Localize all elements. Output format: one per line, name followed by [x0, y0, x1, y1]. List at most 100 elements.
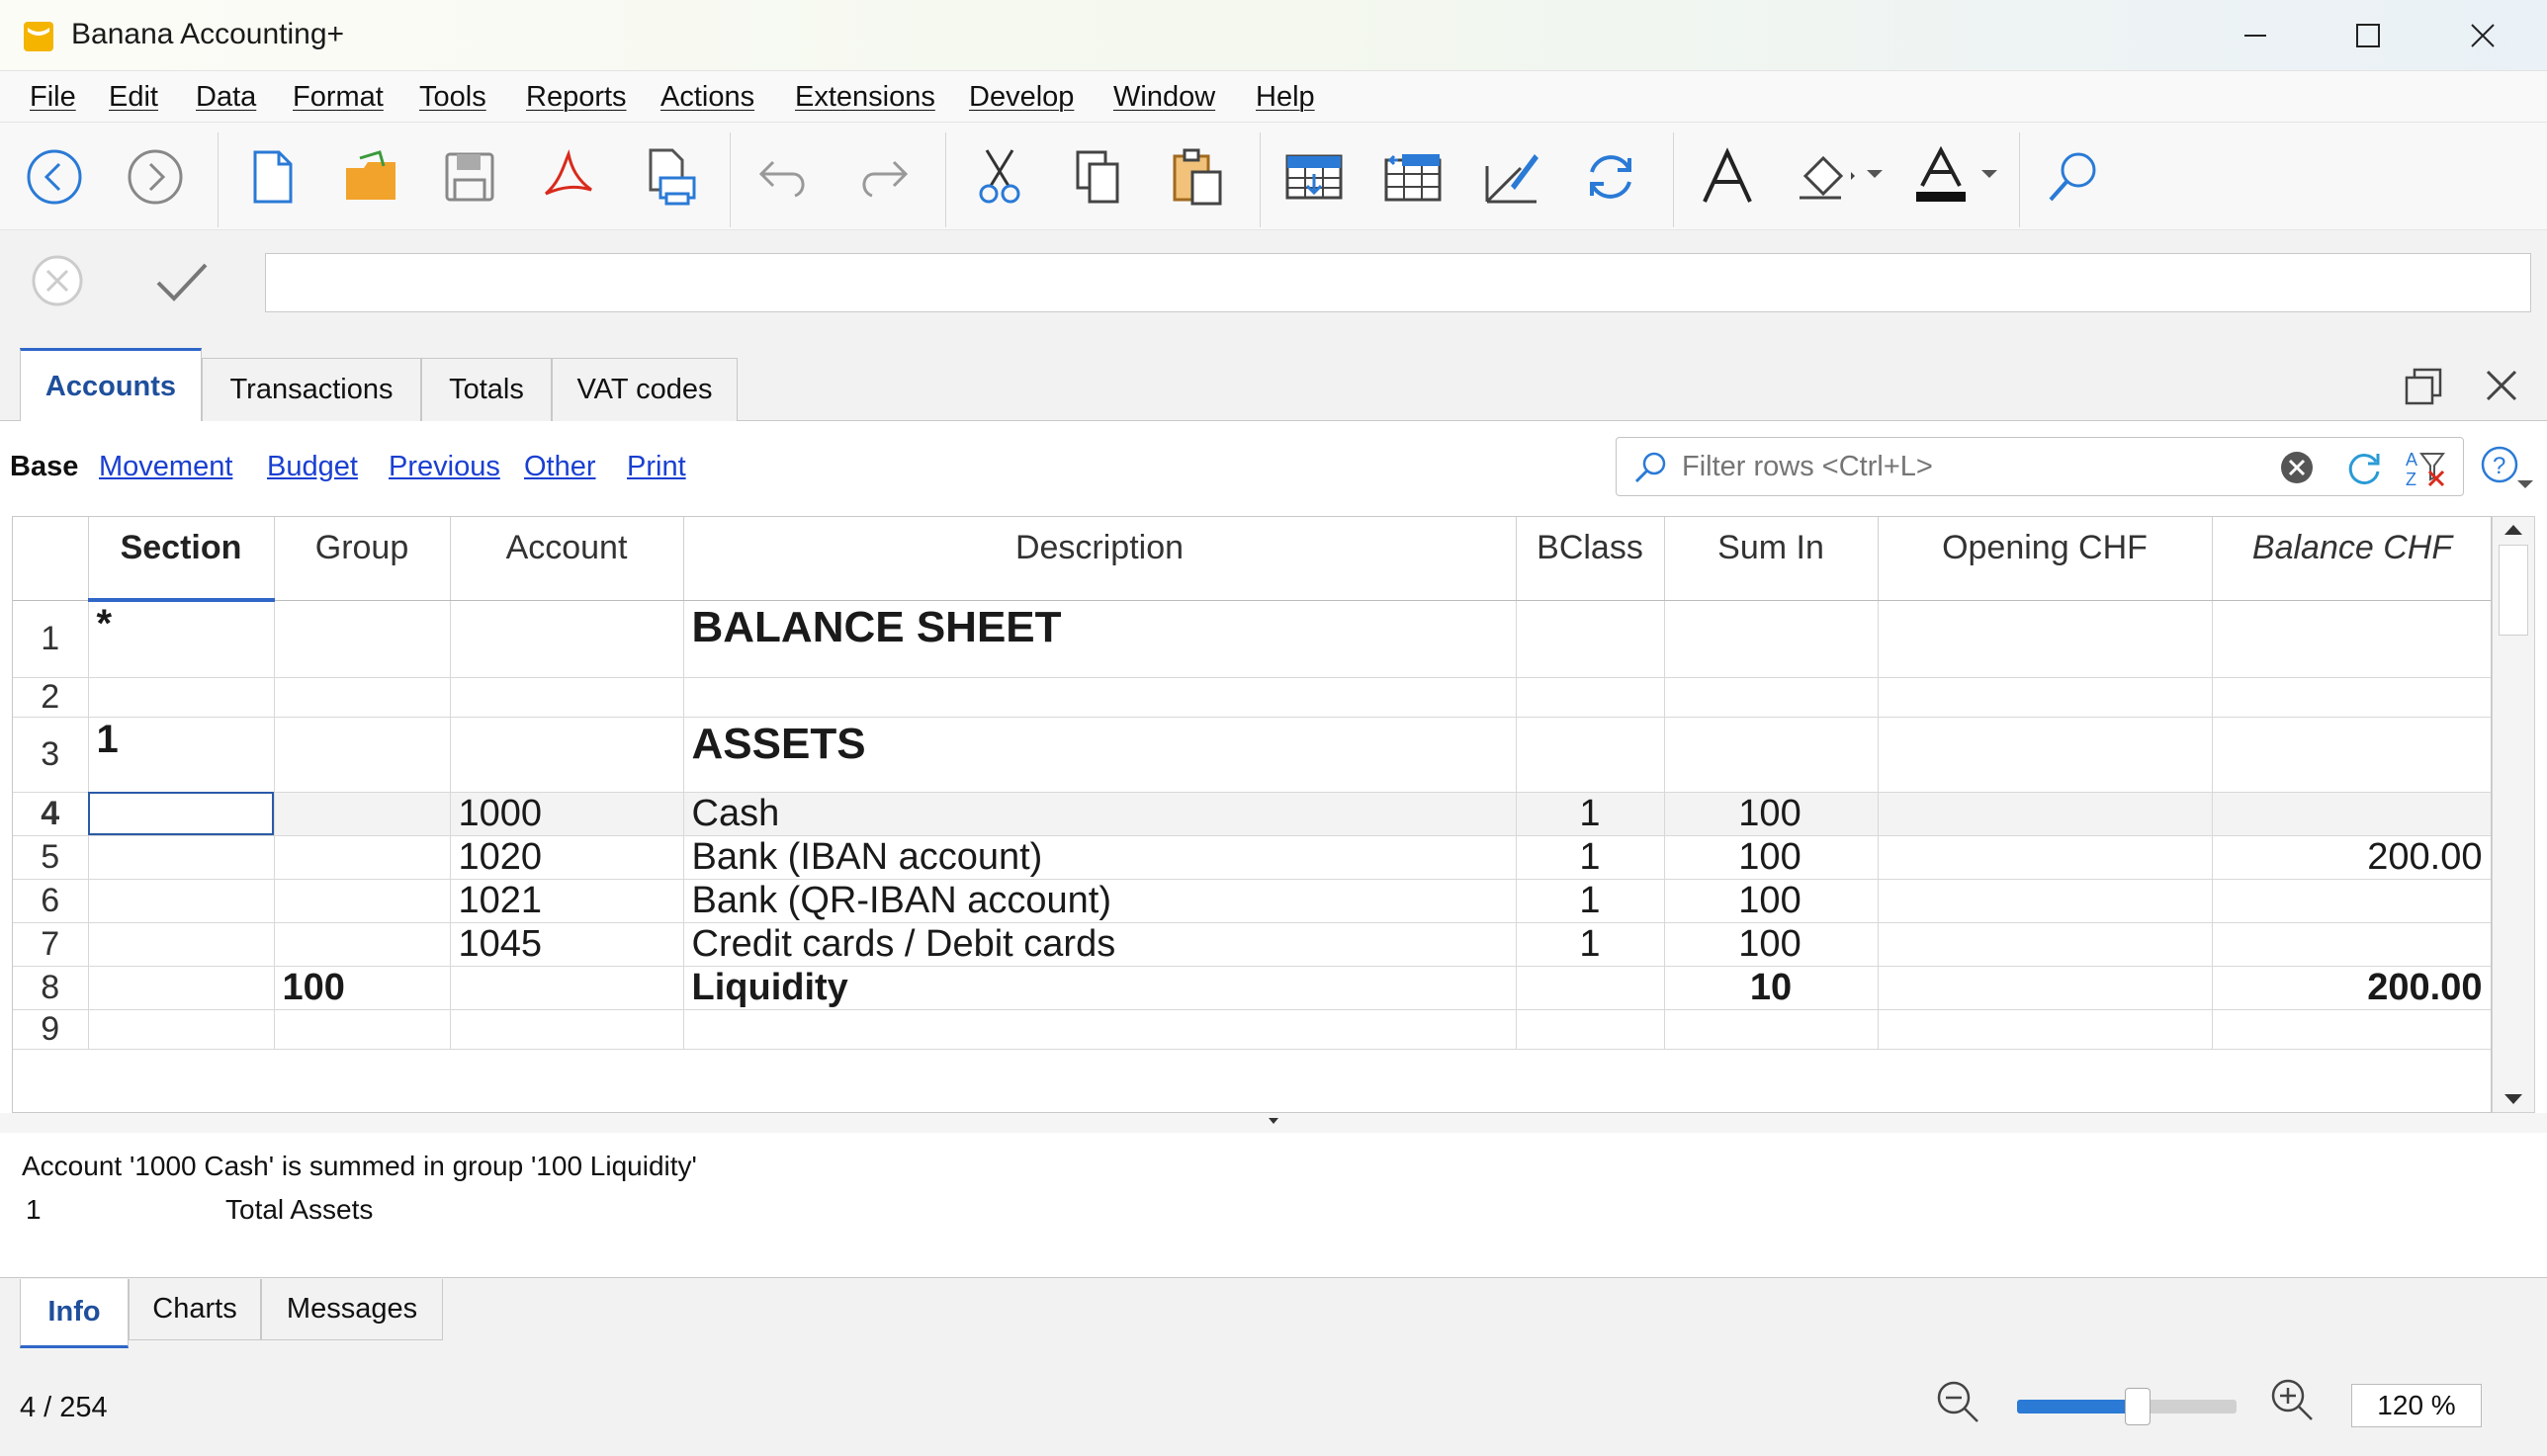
cell-sum-in[interactable] [1664, 717, 1879, 793]
cell-section[interactable] [88, 677, 275, 718]
zoom-slider-thumb[interactable] [2125, 1388, 2152, 1425]
tab-charts[interactable]: Charts [129, 1279, 261, 1340]
menu-help[interactable]: Help [1256, 81, 1315, 114]
confirm-edit-icon[interactable] [152, 257, 212, 306]
panel-splitter[interactable] [0, 1113, 2547, 1133]
row-number[interactable]: 1 [13, 600, 89, 678]
cell-group[interactable] [274, 835, 451, 880]
maximize-button[interactable] [2314, 0, 2422, 71]
cell-sum-in[interactable]: 100 [1664, 879, 1879, 923]
menu-format[interactable]: Format [293, 81, 384, 114]
chevron-down-icon[interactable] [1979, 168, 1999, 182]
cell-balance[interactable] [2212, 677, 2491, 718]
view-previous[interactable]: Previous [389, 451, 500, 483]
menu-extensions[interactable]: Extensions [795, 81, 935, 114]
filter-rows-input[interactable] [1682, 448, 2275, 485]
cell-balance[interactable] [2212, 792, 2491, 836]
cell-description[interactable]: ASSETS [683, 717, 1517, 793]
undo-icon[interactable] [753, 146, 815, 208]
tab-vat-codes[interactable]: VAT codes [552, 358, 738, 421]
cell-opening[interactable] [1878, 966, 2213, 1010]
fill-color-icon[interactable] [1796, 146, 1857, 208]
cell-account[interactable] [450, 600, 684, 678]
cell-group[interactable]: 100 [274, 966, 451, 1010]
menu-actions[interactable]: Actions [660, 81, 754, 114]
cell-account[interactable] [450, 717, 684, 793]
cell-sum-in[interactable] [1664, 1009, 1879, 1050]
cell-sum-in[interactable] [1664, 677, 1879, 718]
recalculate-icon[interactable] [1580, 146, 1641, 208]
menu-reports[interactable]: Reports [526, 81, 627, 114]
refresh-icon[interactable] [2344, 448, 2384, 487]
zoom-level[interactable]: 120 % [2351, 1384, 2482, 1427]
cell-bclass[interactable] [1516, 600, 1665, 678]
zoom-in-icon[interactable] [2268, 1376, 2318, 1425]
cell-section[interactable] [88, 835, 275, 880]
row-number[interactable]: 2 [13, 677, 89, 718]
scrollbar-thumb[interactable] [2499, 545, 2528, 636]
row-number[interactable]: 6 [13, 879, 89, 923]
menu-tools[interactable]: Tools [419, 81, 486, 114]
cell-section[interactable] [88, 966, 275, 1010]
view-print[interactable]: Print [627, 451, 686, 483]
cell-edit-input[interactable] [265, 253, 2531, 312]
cell-opening[interactable] [1878, 1009, 2213, 1050]
cell-section[interactable] [88, 922, 275, 967]
scroll-up-icon[interactable] [2503, 523, 2524, 537]
close-panel-icon[interactable] [2482, 366, 2521, 405]
cell-opening[interactable] [1878, 677, 2213, 718]
cell-group[interactable] [274, 792, 451, 836]
cell-bclass[interactable] [1516, 677, 1665, 718]
cut-icon[interactable] [969, 146, 1030, 208]
new-file-icon[interactable] [241, 146, 303, 208]
text-color-icon[interactable] [1910, 146, 1972, 208]
cell-section[interactable] [88, 792, 275, 836]
scroll-down-icon[interactable] [2503, 1092, 2524, 1106]
row-number[interactable]: 9 [13, 1009, 89, 1050]
cell-bclass[interactable] [1516, 1009, 1665, 1050]
tab-messages[interactable]: Messages [261, 1279, 443, 1340]
cell-opening[interactable] [1878, 717, 2213, 793]
cell-description[interactable]: Cash [683, 792, 1517, 836]
column-header-balance[interactable]: Balance CHF [2212, 517, 2491, 601]
chevron-down-icon[interactable] [2515, 478, 2535, 492]
cell-account[interactable] [450, 966, 684, 1010]
font-icon[interactable] [1697, 146, 1758, 208]
menu-edit[interactable]: Edit [109, 81, 158, 114]
cell-bclass[interactable]: 1 [1516, 922, 1665, 967]
cell-opening[interactable] [1878, 879, 2213, 923]
edit-icon[interactable] [1481, 146, 1542, 208]
tab-transactions[interactable]: Transactions [202, 358, 421, 421]
cell-sum-in[interactable]: 10 [1664, 966, 1879, 1010]
cell-account[interactable]: 1000 [450, 792, 684, 836]
insert-rows-icon[interactable] [1382, 146, 1444, 208]
cell-bclass[interactable] [1516, 966, 1665, 1010]
minimize-button[interactable] [2201, 0, 2310, 71]
cell-sum-in[interactable]: 100 [1664, 835, 1879, 880]
tab-accounts[interactable]: Accounts [20, 348, 202, 422]
sort-filter-icon[interactable]: AZ [2404, 446, 2447, 489]
row-number[interactable]: 3 [13, 717, 89, 793]
row-number[interactable]: 8 [13, 966, 89, 1010]
cell-group[interactable] [274, 717, 451, 793]
cell-group[interactable] [274, 677, 451, 718]
column-header-description[interactable]: Description [683, 517, 1517, 601]
cell-section[interactable]: 1 [88, 717, 275, 793]
cell-bclass[interactable]: 1 [1516, 792, 1665, 836]
cell-group[interactable] [274, 879, 451, 923]
column-header-sum-in[interactable]: Sum In [1664, 517, 1879, 601]
tab-totals[interactable]: Totals [421, 358, 552, 421]
cell-sum-in[interactable]: 100 [1664, 922, 1879, 967]
cell-balance[interactable] [2212, 600, 2491, 678]
cell-description[interactable]: BALANCE SHEET [683, 600, 1517, 678]
filter-rows-box[interactable]: AZ [1616, 437, 2464, 496]
cell-account[interactable] [450, 1009, 684, 1050]
menu-window[interactable]: Window [1113, 81, 1215, 114]
row-number[interactable]: 4 [13, 792, 89, 836]
cell-balance[interactable]: 200.00 [2212, 966, 2491, 1010]
cell-opening[interactable] [1878, 835, 2213, 880]
row-number[interactable]: 7 [13, 922, 89, 967]
print-preview-icon[interactable] [639, 146, 700, 208]
pdf-icon[interactable] [538, 146, 599, 208]
cell-sum-in[interactable]: 100 [1664, 792, 1879, 836]
